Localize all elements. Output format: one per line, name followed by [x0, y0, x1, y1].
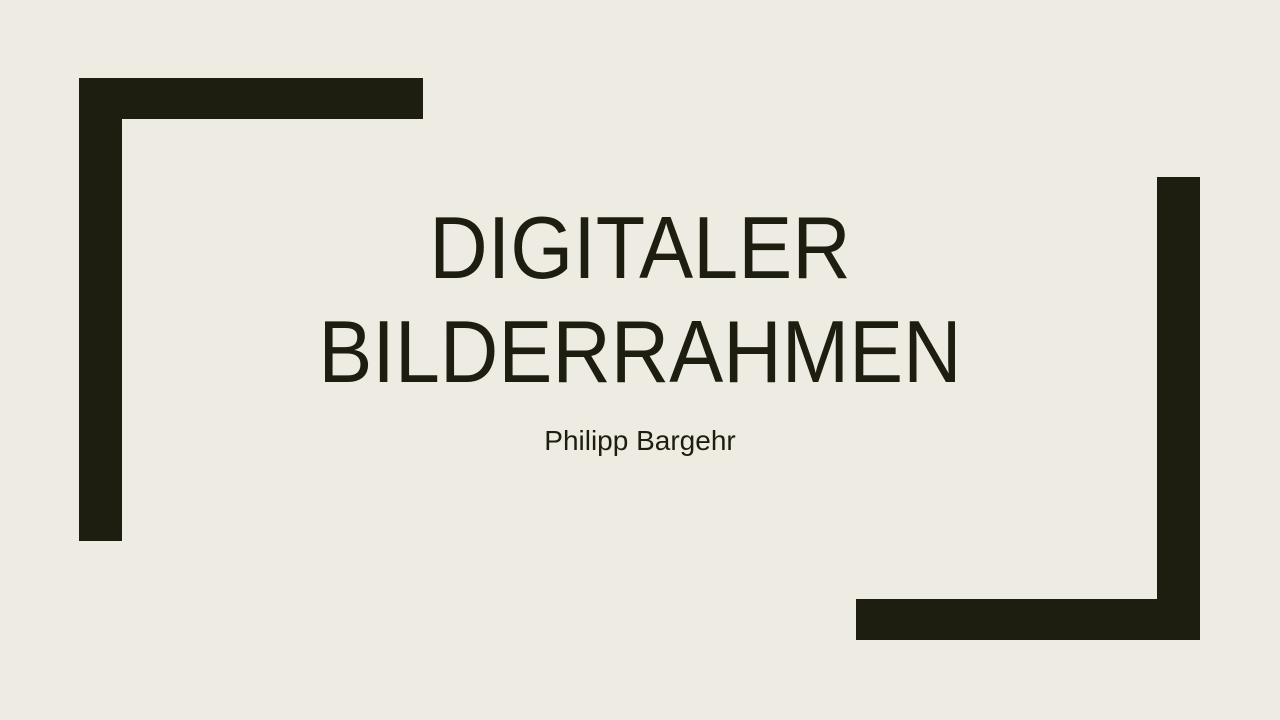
frame-corner-bottom-right-horizontal: [856, 599, 1200, 640]
frame-corner-bottom-right-vertical: [1157, 177, 1200, 640]
slide-title-line-2: BILDERRAHMEN: [318, 302, 962, 401]
slide-subtitle: Philipp Bargehr: [544, 425, 736, 456]
frame-corner-top-left-horizontal: [79, 78, 423, 119]
slide-title: DIGITALER BILDERRAHMEN: [235, 196, 1045, 404]
slide-title-line-1: DIGITALER: [429, 198, 851, 297]
frame-corner-top-left-vertical: [79, 78, 122, 541]
